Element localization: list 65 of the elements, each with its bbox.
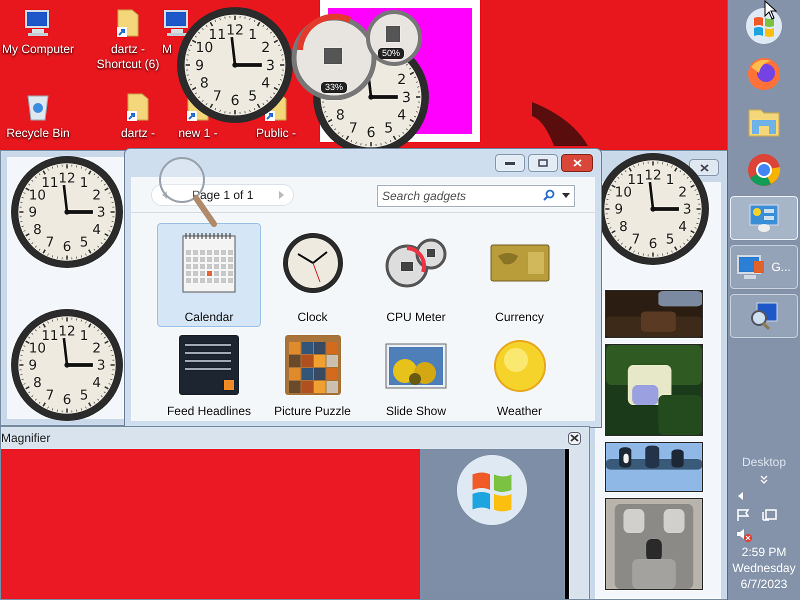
date: 6/7/2023 [740, 576, 788, 592]
mouse-cursor-icon [764, 0, 778, 20]
dropdown-arrow-icon[interactable] [562, 192, 570, 198]
chrome-icon[interactable] [747, 153, 781, 187]
clock-drawing: 1112 1 10 2 9 3 8 4 7 6 5 [10, 308, 124, 422]
flag-icon[interactable] [736, 508, 752, 522]
close-button[interactable] [561, 154, 593, 172]
gadget-tile[interactable]: Calendar [157, 223, 261, 327]
maximize-icon [538, 159, 548, 167]
desktop-icon-label[interactable]: Public - [256, 126, 296, 141]
right-arrow-icon [278, 190, 284, 198]
desktop-icon-label[interactable]: M [162, 42, 172, 57]
gadget-tile[interactable]: CPU Meter [364, 223, 468, 327]
gadgets-icon [749, 204, 779, 232]
desktop-icon-label[interactable]: My Computer [2, 42, 74, 57]
weekday: Wednesday [732, 560, 796, 576]
taskbar-button[interactable]: G... [730, 245, 798, 289]
clock-icon [282, 232, 344, 294]
taskbar-button[interactable] [730, 196, 798, 240]
clock-drawing: 1112 1 10 2 9 3 8 4 7 6 5 [176, 6, 294, 124]
sun-icon [494, 340, 546, 392]
close-button[interactable] [568, 432, 581, 444]
minimize-button[interactable] [495, 154, 525, 172]
wallpaper-shadow [530, 100, 590, 148]
left-arrow-icon [162, 190, 166, 198]
close-button[interactable] [689, 159, 719, 176]
clock-drawing: 1112 1 10 2 9 3 8 4 7 6 5 [10, 155, 124, 269]
gadget-tile[interactable]: Picture Puzzle [260, 335, 364, 421]
puzzle-icon [284, 334, 342, 396]
maximize-button[interactable] [528, 154, 558, 172]
search-field[interactable]: Search gadgets [377, 184, 575, 206]
start-orb-icon[interactable] [745, 7, 783, 45]
window-title: Magnifier [1, 430, 50, 447]
network-icon[interactable] [762, 508, 778, 522]
desktop-toolbar-label[interactable]: Desktop [742, 453, 786, 471]
gauge-icon [385, 238, 447, 288]
desktop-icon-label[interactable]: dartz - Shortcut (6) [94, 42, 162, 72]
gadget-tile[interactable]: Currency [468, 223, 572, 327]
desktop-icon-label[interactable]: dartz - [120, 126, 155, 141]
minimize-icon [505, 162, 515, 164]
memory-reading: 50% [378, 48, 404, 59]
close-icon [572, 159, 582, 167]
gadget-tile[interactable]: Feed Headlines [157, 335, 261, 421]
muted-speaker-icon[interactable] [736, 528, 752, 542]
search-icon[interactable] [543, 188, 555, 200]
currency-card-icon [490, 244, 550, 282]
feed-icon [178, 334, 240, 396]
chevron-icon[interactable] [760, 475, 768, 484]
desktop-icon-label[interactable]: Recycle Bin [6, 126, 70, 141]
close-icon [700, 164, 708, 172]
show-hidden-icons-icon[interactable] [738, 492, 743, 500]
gadget-tile[interactable]: Slide Show [364, 335, 468, 421]
gadget-tile[interactable]: Weather [468, 335, 572, 421]
slideshow-icon [385, 343, 447, 389]
desktop-icon-label[interactable]: new 1 - [178, 126, 218, 141]
time: 2:59 PM [742, 544, 786, 560]
magnifier-icon [749, 301, 779, 331]
close-icon [570, 434, 579, 442]
clock[interactable]: 2:59 PM Wednesday 6/7/2023 [732, 544, 796, 592]
calendar-icon [181, 232, 237, 294]
gadget-tile[interactable]: Clock [260, 223, 364, 327]
start-orb-icon [455, 453, 530, 527]
cpu-reading: 33% [321, 82, 348, 93]
firefox-icon[interactable] [747, 57, 781, 91]
taskbar-button[interactable] [730, 294, 798, 338]
